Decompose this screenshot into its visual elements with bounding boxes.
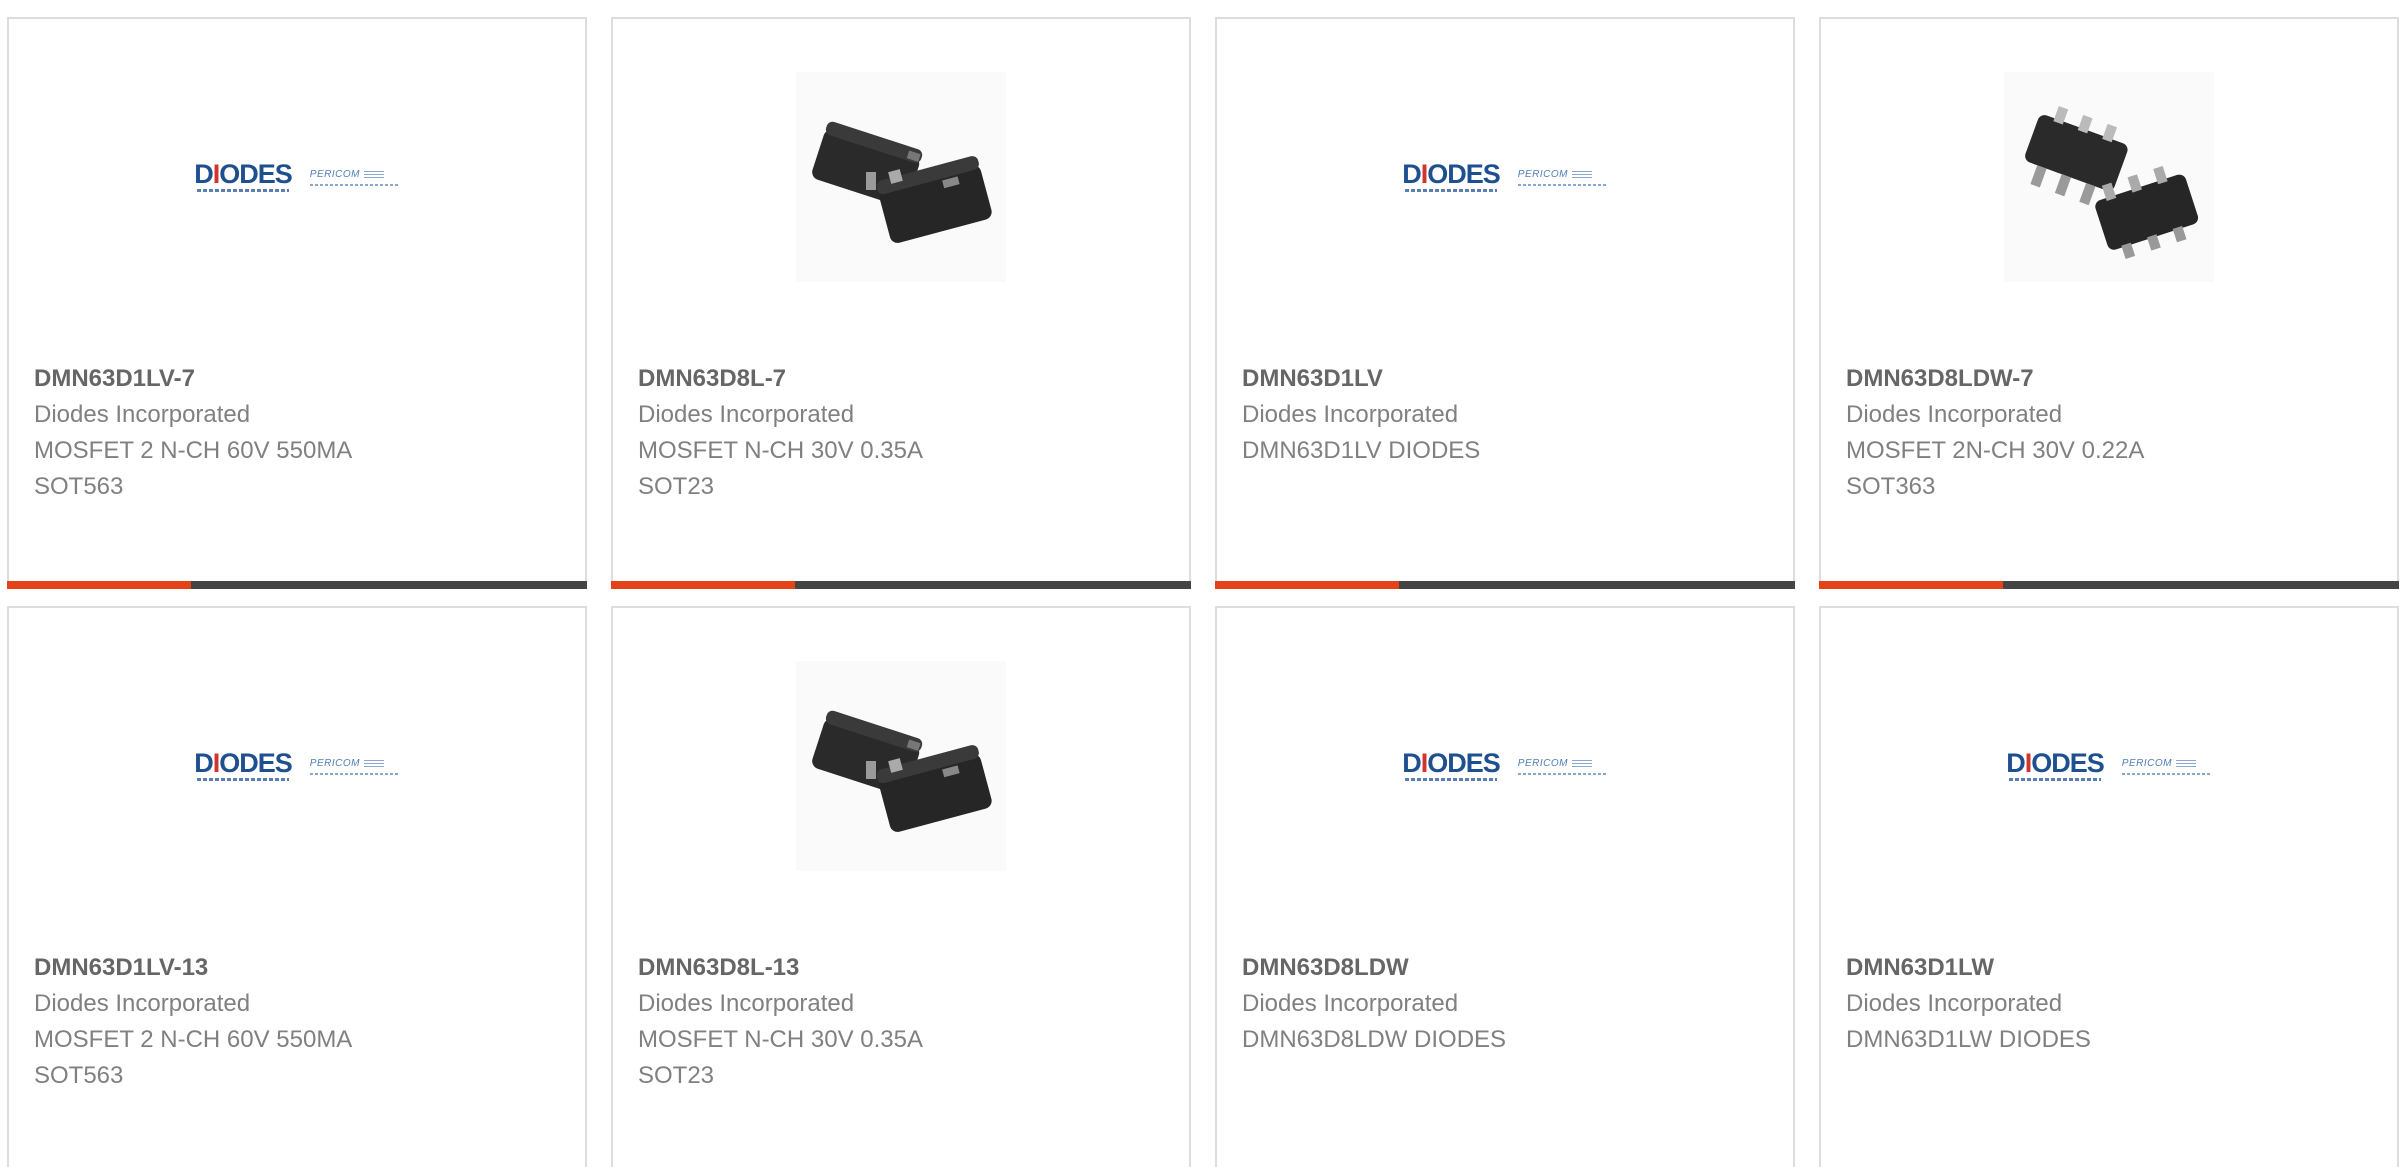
product-info: DMN63D1LW Diodes Incorporated DMN63D1LW … (1846, 950, 2377, 1058)
product-info: DMN63D1LV Diodes Incorporated DMN63D1LV … (1242, 361, 1773, 469)
part-number[interactable]: DMN63D1LW (1846, 950, 2377, 986)
product-info: DMN63D1LV-13 Diodes Incorporated MOSFET … (34, 950, 565, 1094)
diodes-logo-text: DIODES (1402, 748, 1501, 778)
description: MOSFET 2 N-CH 60V 550MA (34, 437, 353, 464)
sot23-chip-photo (796, 661, 1006, 871)
manufacturer: Diodes Incorporated (1846, 401, 2063, 428)
card-accent-bar (611, 581, 795, 589)
card-bottom-bar (611, 581, 1191, 589)
manufacturer: Diodes Incorporated (34, 401, 251, 428)
description: MOSFET 2N-CH 30V 0.22A (1846, 437, 2145, 464)
product-card[interactable]: DIODES PERICOM DMN63D1LW Diodes Incorpor… (1819, 606, 2399, 1167)
card-accent-bar (1819, 581, 2003, 589)
diodes-logo-text: DIODES (1402, 159, 1501, 189)
product-info: DMN63D8L-7 Diodes Incorporated MOSFET N-… (638, 361, 1169, 505)
description: MOSFET 2 N-CH 60V 550MA (34, 1026, 353, 1053)
manufacturer: Diodes Incorporated (638, 401, 855, 428)
product-card[interactable]: DIODES PERICOM DMN63D1LV Diodes Incorpor… (1215, 17, 1795, 589)
manufacturer: Diodes Incorporated (1242, 990, 1459, 1017)
card-accent-bar (1215, 581, 1399, 589)
diodes-pericom-logo: DIODES PERICOM (1402, 159, 1608, 192)
package: SOT23 (638, 473, 715, 500)
pericom-logo-text: PERICOM (309, 757, 360, 769)
package: SOT563 (34, 473, 124, 500)
product-card[interactable]: DMN63D8L-7 Diodes Incorporated MOSFET N-… (611, 17, 1191, 589)
product-card[interactable]: DIODES PERICOM DMN63D1LV-13 Diodes Incor… (7, 606, 587, 1167)
part-number[interactable]: DMN63D1LV-13 (34, 950, 565, 986)
part-number[interactable]: DMN63D1LV-7 (34, 361, 565, 397)
pericom-logo-text: PERICOM (2121, 757, 2172, 769)
product-info: DMN63D8L-13 Diodes Incorporated MOSFET N… (638, 950, 1169, 1094)
product-image[interactable] (613, 608, 1189, 948)
pericom-logo-text: PERICOM (309, 168, 360, 180)
product-image[interactable]: DIODES PERICOM (1217, 19, 1793, 359)
diodes-logo-text: DIODES (194, 748, 293, 778)
product-card[interactable]: DMN63D8LDW-7 Diodes Incorporated MOSFET … (1819, 17, 2399, 589)
sot363-chip-photo (2004, 72, 2214, 282)
part-number[interactable]: DMN63D8L-13 (638, 950, 1169, 986)
product-image[interactable] (1821, 19, 2397, 359)
product-card[interactable]: DMN63D8L-13 Diodes Incorporated MOSFET N… (611, 606, 1191, 1167)
product-info: DMN63D8LDW-7 Diodes Incorporated MOSFET … (1846, 361, 2377, 505)
part-number[interactable]: DMN63D8LDW-7 (1846, 361, 2377, 397)
product-info: DMN63D8LDW Diodes Incorporated DMN63D8LD… (1242, 950, 1773, 1058)
product-image[interactable]: DIODES PERICOM (9, 19, 585, 359)
description: MOSFET N-CH 30V 0.35A (638, 1026, 923, 1053)
diodes-logo-text: DIODES (2006, 748, 2105, 778)
product-grid: DIODES PERICOM DMN63D1LV-7 Diodes Incorp… (0, 0, 2400, 1167)
description: MOSFET N-CH 30V 0.35A (638, 437, 923, 464)
diodes-pericom-logo: DIODES PERICOM (1402, 748, 1608, 781)
part-number[interactable]: DMN63D8LDW (1242, 950, 1773, 986)
product-image[interactable]: DIODES PERICOM (9, 608, 585, 948)
description: DMN63D8LDW DIODES (1242, 1026, 1507, 1053)
pericom-logo-text: PERICOM (1517, 168, 1568, 180)
manufacturer: Diodes Incorporated (638, 990, 855, 1017)
card-accent-bar (7, 581, 191, 589)
part-number[interactable]: DMN63D1LV (1242, 361, 1773, 397)
diodes-logo-text: DIODES (194, 159, 293, 189)
package: SOT23 (638, 1062, 715, 1089)
manufacturer: Diodes Incorporated (1846, 990, 2063, 1017)
card-bottom-bar (1215, 581, 1795, 589)
package: SOT363 (1846, 473, 1936, 500)
package: SOT563 (34, 1062, 124, 1089)
product-image[interactable]: DIODES PERICOM (1821, 608, 2397, 948)
card-bottom-bar (7, 581, 587, 589)
description: DMN63D1LW DIODES (1846, 1026, 2091, 1053)
product-image[interactable] (613, 19, 1189, 359)
product-info: DMN63D1LV-7 Diodes Incorporated MOSFET 2… (34, 361, 565, 505)
card-bottom-bar (1819, 581, 2399, 589)
product-image[interactable]: DIODES PERICOM (1217, 608, 1793, 948)
manufacturer: Diodes Incorporated (34, 990, 251, 1017)
diodes-pericom-logo: DIODES PERICOM (194, 159, 400, 192)
diodes-pericom-logo: DIODES PERICOM (194, 748, 400, 781)
part-number[interactable]: DMN63D8L-7 (638, 361, 1169, 397)
product-card[interactable]: DIODES PERICOM DMN63D1LV-7 Diodes Incorp… (7, 17, 587, 589)
product-card[interactable]: DIODES PERICOM DMN63D8LDW Diodes Incorpo… (1215, 606, 1795, 1167)
manufacturer: Diodes Incorporated (1242, 401, 1459, 428)
description: DMN63D1LV DIODES (1242, 437, 1481, 464)
diodes-pericom-logo: DIODES PERICOM (2006, 748, 2212, 781)
pericom-logo-text: PERICOM (1517, 757, 1568, 769)
sot23-chip-photo (796, 72, 1006, 282)
